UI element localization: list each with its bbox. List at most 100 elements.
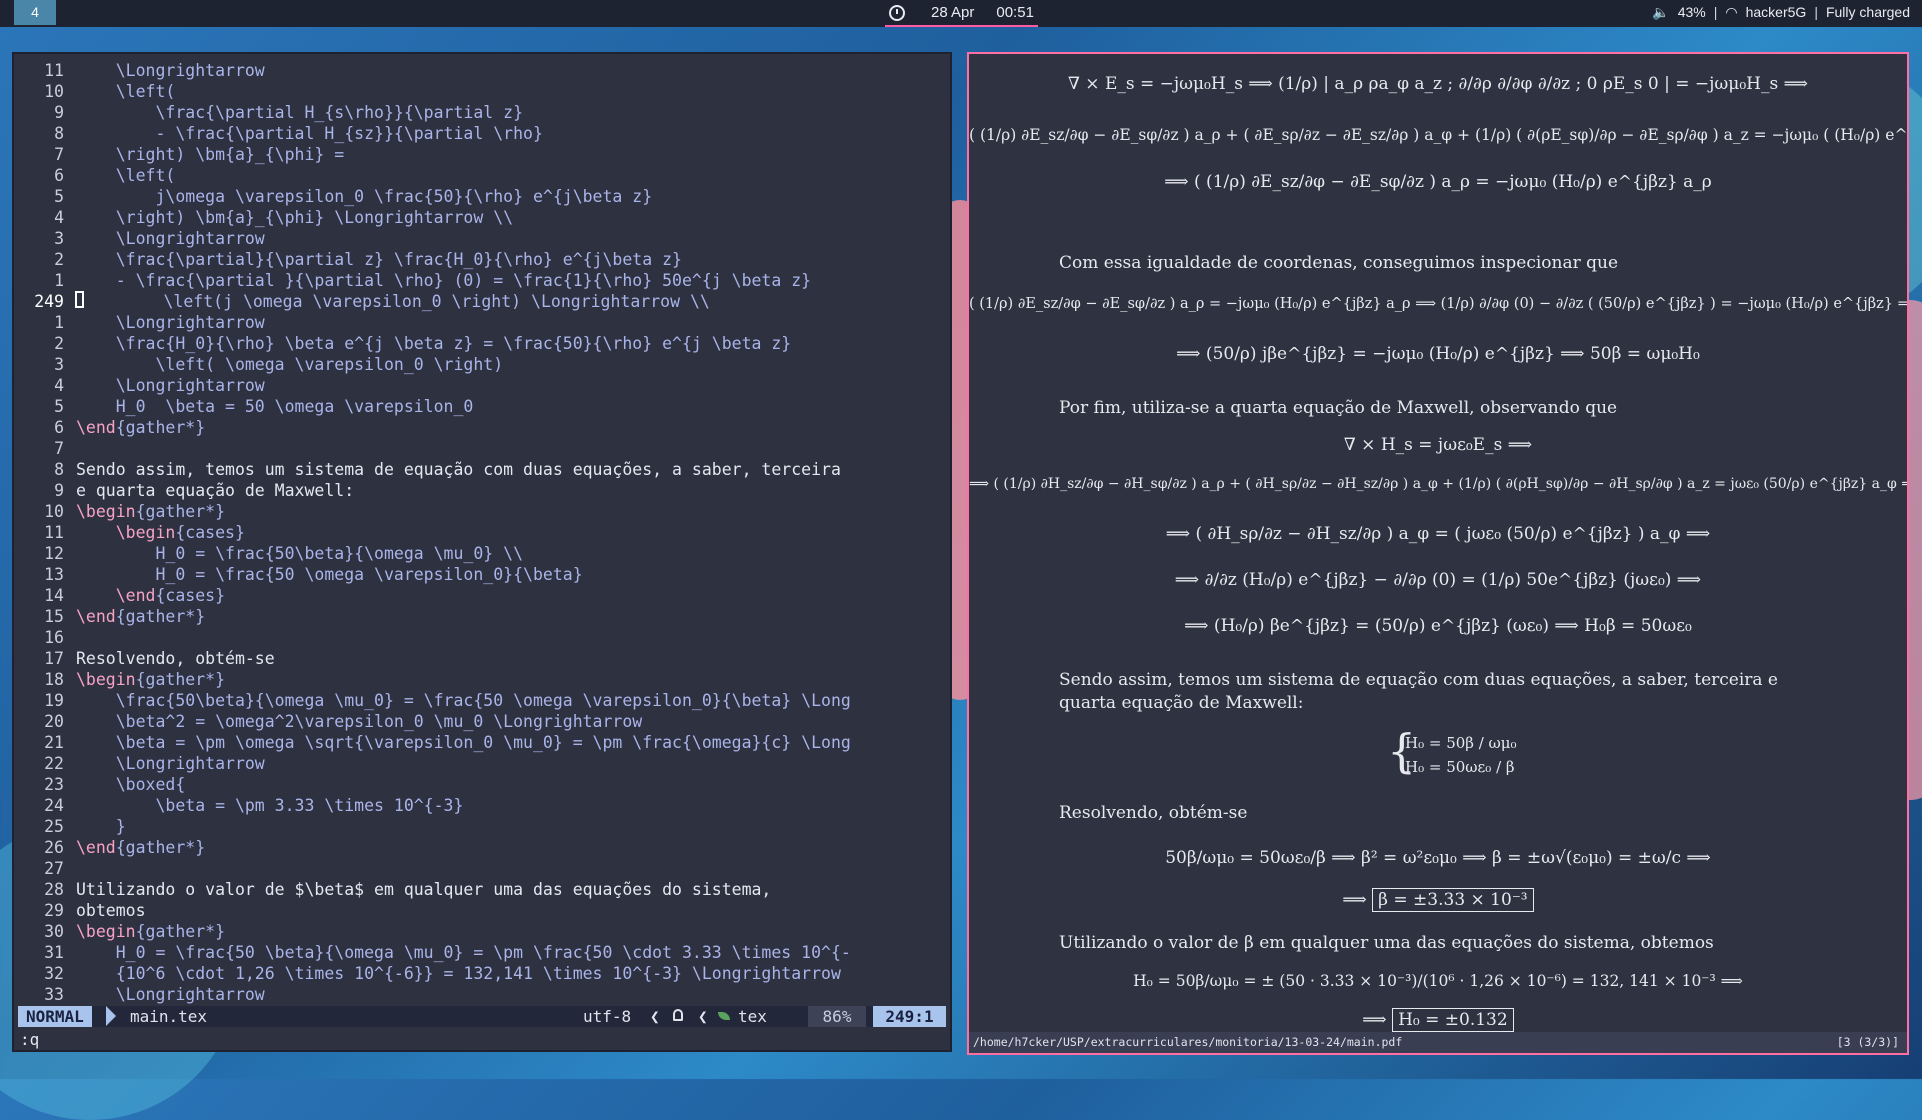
line-number: 33 <box>44 985 64 1004</box>
code-line[interactable]: 26 \end{gather*} <box>14 837 950 858</box>
line-number: 3 <box>54 229 64 248</box>
latex-keyword: \begin <box>115 523 176 542</box>
line-number: 26 <box>44 838 64 857</box>
code-line[interactable]: 3 \left( \omega \varepsilon_0 \right) <box>14 354 950 375</box>
line-number: 28 <box>44 880 64 899</box>
code-line[interactable]: 29 obtemos <box>14 900 950 921</box>
line-text: \begin{gather*} <box>76 922 226 941</box>
code-line[interactable]: 13 H_0 = \frac{50 \omega \varepsilon_0}{… <box>14 564 950 585</box>
code-line[interactable]: 7 <box>14 438 950 459</box>
code-line[interactable]: 6 \end{gather*} <box>14 417 950 438</box>
editor-window[interactable]: 11 \Longrightarrow 10 \left(9 \frac{\part… <box>12 52 952 1052</box>
equation: ( (1/ρ) ∂E_sz/∂φ − ∂E_sφ/∂z ) a_ρ = −jωμ… <box>969 296 1907 312</box>
latex-keyword: \begin <box>76 670 136 689</box>
line-text: j\omega \varepsilon_0 \frac{50}{\rho} e^… <box>76 187 653 206</box>
code-line[interactable]: 15 \end{gather*} <box>14 606 950 627</box>
line-number: 30 <box>44 922 64 941</box>
line-number: 2 <box>54 250 64 269</box>
code-line[interactable]: 21 \beta = \pm \omega \sqrt{\varepsilon_… <box>14 732 950 753</box>
line-number: 1 <box>54 313 64 332</box>
code-buffer[interactable]: 11 \Longrightarrow 10 \left(9 \frac{\part… <box>14 60 950 1010</box>
code-line[interactable]: 27 <box>14 858 950 879</box>
line-text: \beta^2 = \omega^2\varepsilon_0 \mu_0 \L… <box>76 712 643 731</box>
code-line[interactable]: 30 \begin{gather*} <box>14 921 950 942</box>
command-line[interactable]: :q <box>20 1030 39 1049</box>
line-number: 13 <box>44 565 64 584</box>
code-line[interactable]: 17 Resolvendo, obtém-se <box>14 648 950 669</box>
code-line[interactable]: 11 \Longrightarrow <box>14 60 950 81</box>
code-line[interactable]: 10 \left( <box>14 81 950 102</box>
code-line[interactable]: 11 \begin{cases} <box>14 522 950 543</box>
code-line[interactable]: 2 \frac{H_0}{\rho} \beta e^{j \beta z} =… <box>14 333 950 354</box>
code-line[interactable]: 5 j\omega \varepsilon_0 \frac{50}{\rho} … <box>14 186 950 207</box>
line-number: 5 <box>54 397 64 416</box>
code-line[interactable]: 9 e quarta equação de Maxwell: <box>14 480 950 501</box>
code-line[interactable]: 20 \beta^2 = \omega^2\varepsilon_0 \mu_0… <box>14 711 950 732</box>
code-line[interactable]: 12 H_0 = \frac{50\beta}{\omega \mu_0} \\ <box>14 543 950 564</box>
pdf-page: ∇ × E_s = −jωμ₀H_s ⟹ (1/ρ) | a_ρ ρa_φ a_… <box>969 54 1907 1032</box>
system-tray: 🔈 43% | ◠ hacker5G | Fully charged <box>1652 0 1910 25</box>
code-line[interactable]: 1 - \frac{\partial }{\partial \rho} (0) … <box>14 270 950 291</box>
text-cursor <box>75 291 84 308</box>
equation: ⟹ ∂/∂z (H₀/ρ) e^{jβz} − ∂/∂ρ (0) = (1/ρ)… <box>1174 570 1702 590</box>
volume-icon[interactable]: 🔈 <box>1652 0 1669 25</box>
scroll-percent: 86% <box>808 1006 866 1027</box>
code-line[interactable]: 28 Utilizando o valor de $\beta$ em qualq… <box>14 879 950 900</box>
code-line[interactable]: 7 \right) \bm{a}_{\phi} = <box>14 144 950 165</box>
line-number: 24 <box>44 796 64 815</box>
line-number: 5 <box>54 187 64 206</box>
code-line[interactable]: 8 - \frac{\partial H_{sz}}{\partial \rho… <box>14 123 950 144</box>
code-line[interactable]: 24 \beta = \pm 3.33 \times 10^{-3} <box>14 795 950 816</box>
line-number: 23 <box>44 775 64 794</box>
code-line[interactable]: 14 \end{cases} <box>14 585 950 606</box>
workspace-tag[interactable]: 4 <box>14 0 56 25</box>
clock: 28 Apr 00:51 <box>885 0 1038 27</box>
line-number: 27 <box>44 859 64 878</box>
line-number: 10 <box>44 82 64 101</box>
code-line[interactable]: 4 \right) \bm{a}_{\phi} \Longrightarrow … <box>14 207 950 228</box>
implies-arrow: ⟹ <box>1342 890 1373 910</box>
line-text: \Longrightarrow <box>76 985 265 1004</box>
code-line[interactable]: 22 \Longrightarrow <box>14 753 950 774</box>
line-text: \frac{50\beta}{\omega \mu_0} = \frac{50 … <box>76 691 851 710</box>
code-line[interactable]: 9 \frac{\partial H_{s\rho}}{\partial z} <box>14 102 950 123</box>
code-line[interactable]: 5 H_0 \beta = 50 \omega \varepsilon_0 <box>14 396 950 417</box>
line-text: \end{gather*} <box>76 607 206 626</box>
code-line[interactable]: 18 \begin{gather*} <box>14 669 950 690</box>
code-line[interactable]: 33 \Longrightarrow <box>14 984 950 1005</box>
line-text: {10^6 \cdot 1,26 \times 10^{-6}} = 132,1… <box>76 964 841 983</box>
code-line[interactable]: 10 \begin{gather*} <box>14 501 950 522</box>
wifi-icon[interactable]: ◠ <box>1725 0 1737 25</box>
date-label: 28 Apr <box>931 3 975 21</box>
equation: H₀ = 50β/ωμ₀ = ± (50 · 3.33 × 10⁻³)/(10⁶… <box>1133 972 1743 990</box>
code-line[interactable]: 8 Sendo assim, temos um sistema de equaçã… <box>14 459 950 480</box>
line-text: \frac{H_0}{\rho} \beta e^{j \beta z} = \… <box>76 334 792 353</box>
code-line[interactable]: 2 \frac{\partial}{\partial z} \frac{H_0}… <box>14 249 950 270</box>
latex-keyword: \end <box>76 418 116 437</box>
latex-keyword: \end <box>76 838 116 857</box>
pdf-viewer[interactable]: ∇ × E_s = −jωμ₀H_s ⟹ (1/ρ) | a_ρ ρa_φ a_… <box>967 52 1909 1055</box>
code-line[interactable]: 16 <box>14 627 950 648</box>
code-line[interactable]: 23 \boxed{ <box>14 774 950 795</box>
equation: ⟹ ( (1/ρ) ∂E_sz/∂φ − ∂E_sφ/∂z ) a_ρ = −j… <box>1164 172 1712 192</box>
page-indicator: [3 (3/3)] <box>1836 1035 1899 1049</box>
chevron-left-icon: ❮ <box>650 1007 660 1026</box>
code-line[interactable]: 19 \frac{50\beta}{\omega \mu_0} = \frac{… <box>14 690 950 711</box>
line-text: H_0 = \frac{50\beta}{\omega \mu_0} \\ <box>76 544 524 563</box>
boxed-result: ⟹ β = ±3.33 × 10⁻³ <box>969 888 1907 912</box>
line-text: - \frac{\partial }{\partial \rho} (0) = … <box>76 271 812 290</box>
line-number: 16 <box>44 628 64 647</box>
code-line[interactable]: 1 \Longrightarrow <box>14 312 950 333</box>
equation: 50β/ωμ₀ = 50ωε₀/β ⟹ β² = ω²ε₀μ₀ ⟹ β = ±ω… <box>1165 848 1711 868</box>
line-number: 14 <box>44 586 64 605</box>
code-line[interactable]: 4 \Longrightarrow <box>14 375 950 396</box>
code-line[interactable]: 3 \Longrightarrow <box>14 228 950 249</box>
code-line[interactable]: 25 } <box>14 816 950 837</box>
code-line[interactable]: 32 {10^6 \cdot 1,26 \times 10^{-6}} = 13… <box>14 963 950 984</box>
code-line[interactable]: 249 \left(j \omega \varepsilon_0 \right)… <box>14 291 950 312</box>
line-number: 10 <box>44 502 64 521</box>
line-number: 7 <box>54 145 64 164</box>
code-line[interactable]: 31 H_0 = \frac{50 \beta}{\omega \mu_0} =… <box>14 942 950 963</box>
code-line[interactable]: 6 \left( <box>14 165 950 186</box>
paragraph: Utilizando o valor de β em qualquer uma … <box>1059 933 1714 953</box>
